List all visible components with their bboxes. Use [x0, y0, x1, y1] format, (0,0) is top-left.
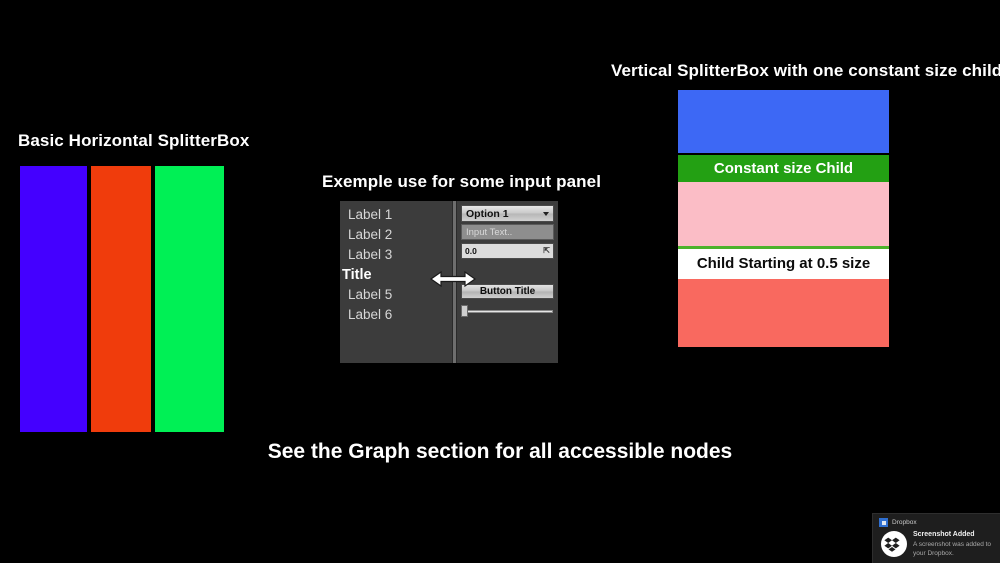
panel-label-3: Label 3 [348, 247, 393, 262]
horizontal-pane-orange[interactable] [90, 166, 152, 432]
drag-updown-icon[interactable]: ⇱ [543, 247, 550, 255]
panel-label-1: Label 1 [348, 207, 393, 222]
input-panel-title: Exemple use for some input panel [322, 172, 602, 191]
vertical-pane-red[interactable] [678, 278, 889, 348]
option-dropdown-value: Option 1 [466, 207, 509, 220]
horizontal-splitter-box[interactable] [20, 166, 224, 432]
panel-label-2: Label 2 [348, 227, 393, 242]
dropbox-app-icon [879, 518, 888, 527]
toast-header: Dropbox [873, 514, 1000, 527]
toast-message: A screenshot was added to your Dropbox. [913, 541, 992, 557]
number-spinbox[interactable]: 0.0 ⇱ [461, 243, 554, 259]
action-button-label: Button Title [479, 286, 536, 297]
vertical-pane-half-size-child[interactable]: Child Starting at 0.5 size [678, 248, 889, 279]
constant-size-child-label: Constant size Child [713, 159, 854, 177]
toast-title: Screenshot Added [913, 531, 975, 538]
vertical-splitter-title: Vertical SplitterBox with one constant s… [611, 61, 1000, 80]
input-panel[interactable]: Label 1 Label 2 Label 3 Title Label 5 La… [339, 200, 559, 364]
chevron-down-icon [543, 211, 549, 216]
vertical-pane-blue[interactable] [678, 90, 889, 153]
panel-label-6: Label 6 [348, 307, 393, 322]
input-panel-widget-column: Option 1 Input Text.. 0.0 ⇱ Button Title [457, 201, 558, 363]
slider-track[interactable] [463, 309, 553, 313]
vertical-pane-pink[interactable] [678, 182, 889, 246]
option-dropdown[interactable]: Option 1 [461, 205, 554, 222]
dropbox-logo-icon [881, 531, 907, 562]
input-panel-label-column: Label 1 Label 2 Label 3 Title Label 5 La… [340, 201, 452, 363]
slider-handle[interactable] [461, 305, 468, 317]
action-button[interactable]: Button Title [461, 284, 554, 299]
widget-spacer [461, 259, 554, 281]
vertical-splitter-box[interactable]: Constant size Child Child Starting at 0.… [678, 90, 889, 348]
horizontal-pane-blue[interactable] [20, 166, 87, 432]
value-slider[interactable] [461, 304, 554, 318]
toast-body: Screenshot Added A screenshot was added … [873, 527, 1000, 562]
horizontal-pane-green[interactable] [155, 166, 224, 432]
footer-note: See the Graph section for all accessible… [267, 440, 733, 463]
panel-label-5: Label 5 [348, 287, 393, 302]
text-input-placeholder: Input Text.. [466, 226, 513, 238]
toast-app-name: Dropbox [892, 519, 917, 526]
toast-text: Screenshot Added A screenshot was added … [913, 530, 996, 562]
horizontal-splitter-title: Basic Horizontal SplitterBox [18, 131, 250, 150]
panel-label-title: Title [342, 267, 372, 283]
dropbox-notification-toast[interactable]: Dropbox Screenshot Added A screenshot wa… [872, 513, 1000, 563]
half-size-child-label: Child Starting at 0.5 size [696, 255, 871, 273]
vertical-pane-constant-size-child[interactable]: Constant size Child [678, 154, 889, 183]
text-input[interactable]: Input Text.. [461, 224, 554, 240]
number-spinbox-value: 0.0 [465, 246, 477, 256]
